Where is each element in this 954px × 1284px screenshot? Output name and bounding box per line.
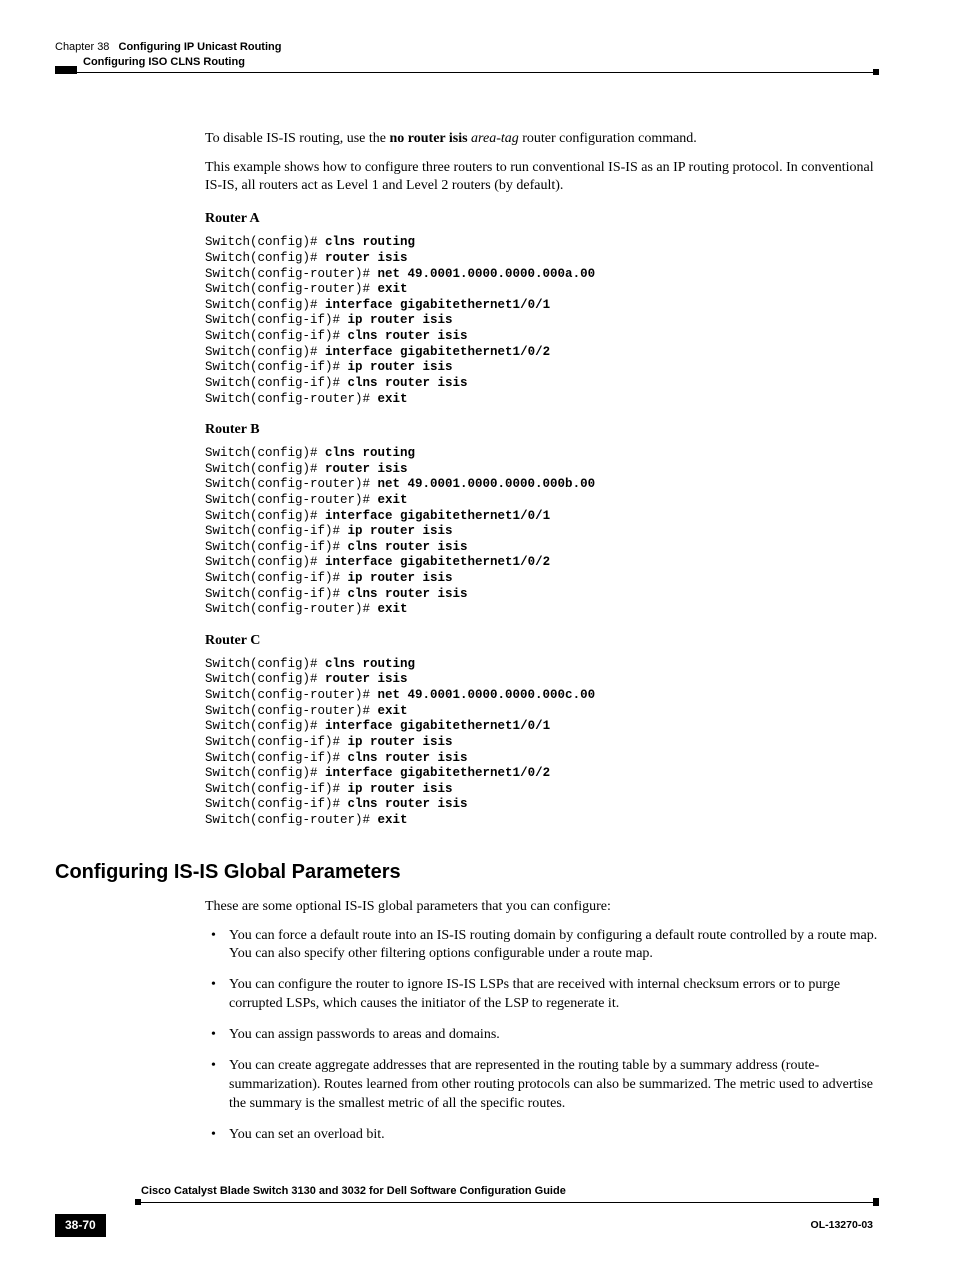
intro-paragraph-2: This example shows how to configure thre… [205,159,879,197]
section-heading: Configuring IS-IS Global Parameters [55,859,879,886]
router-a-heading: Router A [205,210,879,229]
page-header: Chapter 38 Configuring IP Unicast Routin… [55,40,879,55]
chapter-label: Chapter 38 [55,41,109,53]
page-number: 38-70 [55,1214,106,1236]
list-item: You can assign passwords to areas and do… [205,1026,879,1045]
router-a-code: Switch(config)# clns routing Switch(conf… [205,235,879,407]
chapter-title: Configuring IP Unicast Routing [119,41,282,53]
section-breadcrumb: Configuring ISO CLNS Routing [83,55,879,70]
document-id: OL-13270-03 [811,1218,873,1232]
section-intro: These are some optional IS-IS global par… [205,898,879,917]
router-b-code: Switch(config)# clns routing Switch(conf… [205,446,879,618]
list-item: You can set an overload bit. [205,1126,879,1145]
list-item: You can create aggregate addresses that … [205,1057,879,1114]
router-c-code: Switch(config)# clns routing Switch(conf… [205,657,879,829]
intro-paragraph-1: To disable IS-IS routing, use the no rou… [205,130,879,149]
router-b-heading: Router B [205,421,879,440]
list-item: You can configure the router to ignore I… [205,976,879,1014]
header-rule [55,70,879,80]
bullet-list: You can force a default route into an IS… [205,927,879,1145]
list-item: You can force a default route into an IS… [205,927,879,965]
router-c-heading: Router C [205,632,879,651]
book-title: Cisco Catalyst Blade Switch 3130 and 303… [141,1184,879,1199]
